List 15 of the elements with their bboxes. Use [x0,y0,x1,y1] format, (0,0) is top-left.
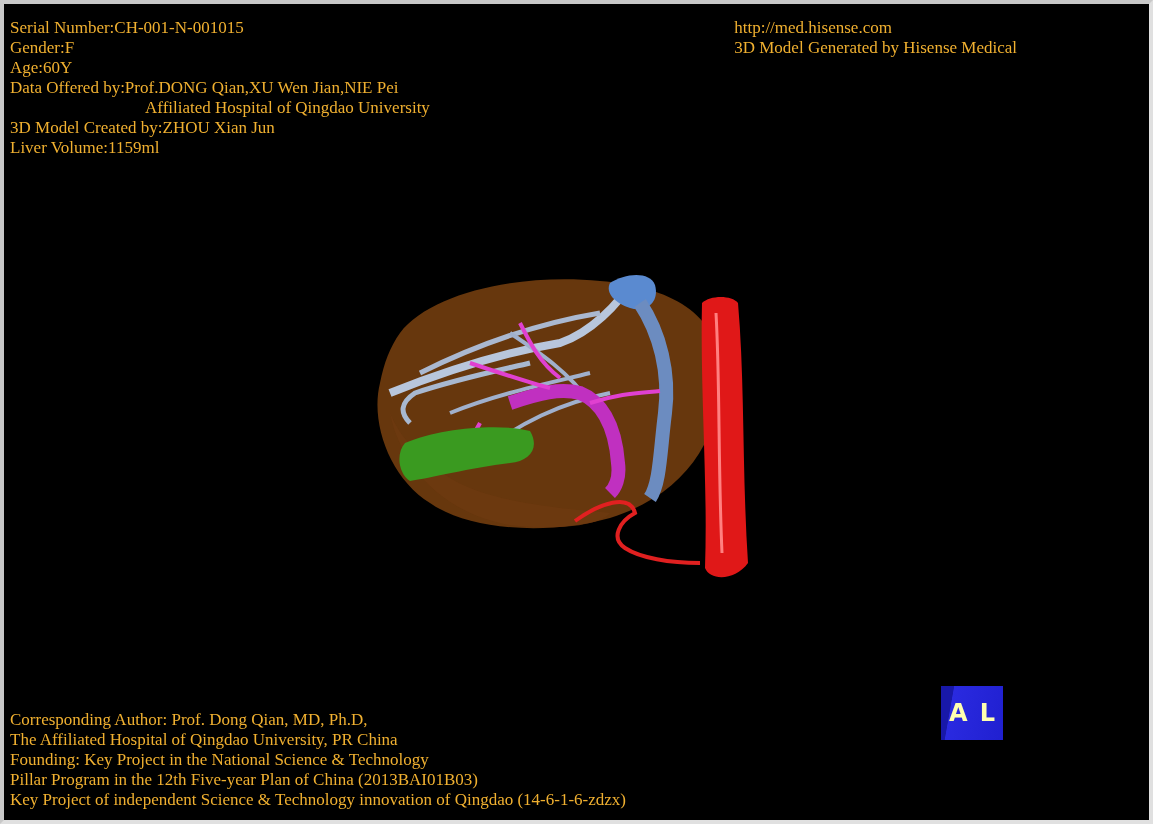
info-text: Serial Number:CH-001-N-001015 [10,18,244,38]
info-text: Gender:F [10,38,75,58]
info-text: Pillar Program in the 12th Five-year Plan of China (2013BAI01B03) [10,770,478,790]
info-text: http://med.hisense.com [734,18,892,38]
info-text: Data Offered by:Prof.DONG Qian,XU Wen Jian,NIE Pei [10,78,399,98]
orientation-cube[interactable]: A L [941,686,1003,740]
info-text: Liver Volume:1159ml [10,138,160,158]
info-text: 3D Model Generated by Hisense Medical [734,38,1017,58]
info-text: Affiliated Hospital of Qingdao University [145,98,430,118]
info-text: The Affiliated Hospital of Qingdao University, PR China [10,730,398,750]
info-text: Key Project of independent Science & Technology innovation of Qingdao (14-6-1-6-zdzx) [10,790,626,810]
info-text: 3D Model Created by:ZHOU Xian Jun [10,118,275,138]
info-text: Age:60Y [10,58,73,78]
info-text: Founding: Key Project in the National Science & Technology [10,750,429,770]
info-text: Corresponding Author: Prof. Dong Qian, MD, Ph.D, [10,710,368,730]
